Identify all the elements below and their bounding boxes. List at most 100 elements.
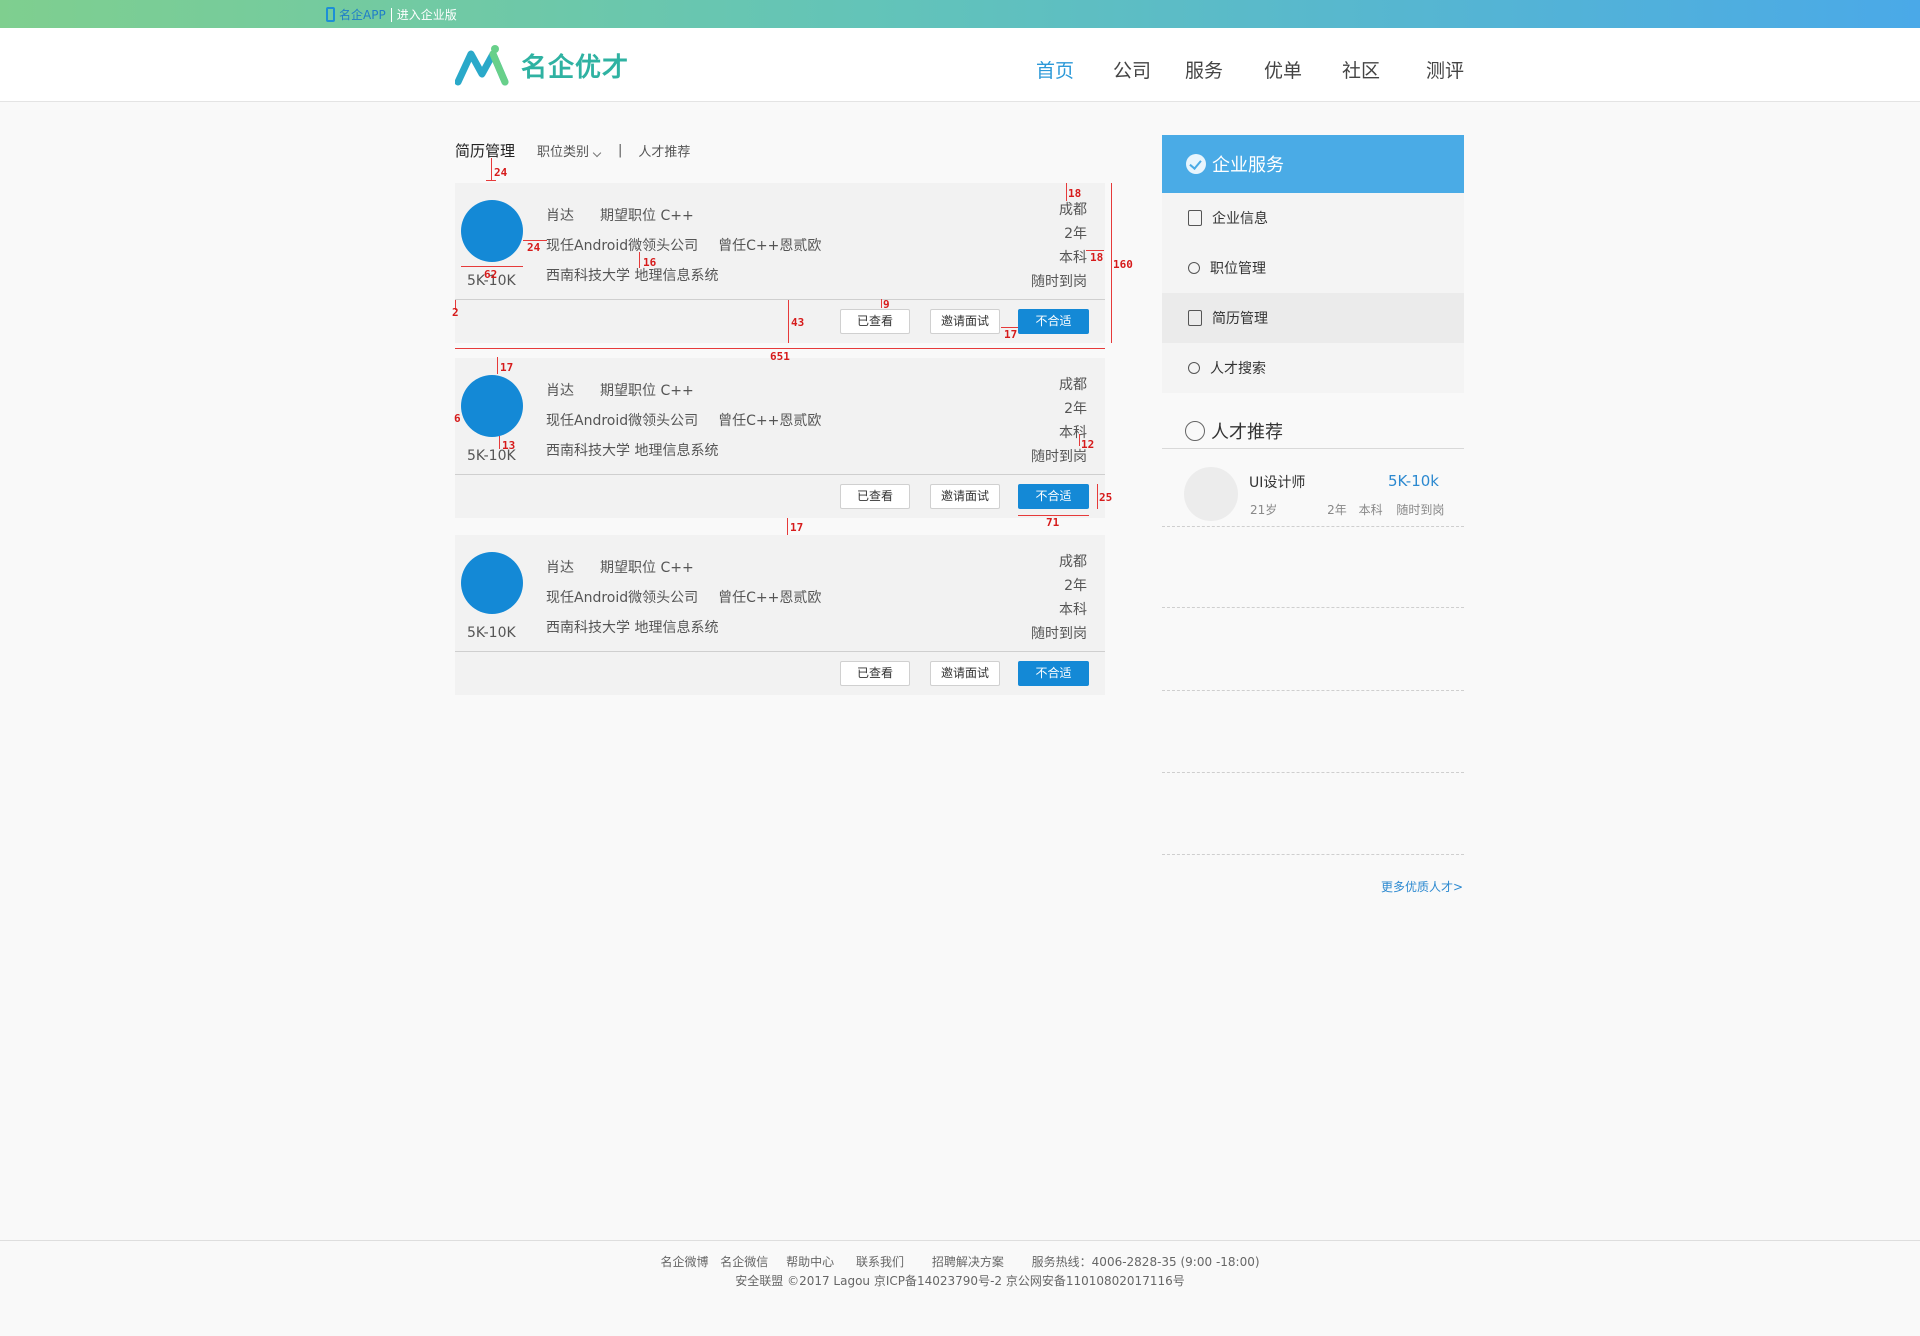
measure-label: 43	[791, 316, 805, 329]
nav-orders[interactable]: 优单	[1264, 56, 1302, 83]
divider	[1162, 526, 1464, 527]
nav-home[interactable]: 首页	[1036, 56, 1074, 83]
candidate-current: 现任Android微领头公司	[546, 590, 699, 606]
viewed-button[interactable]: 已查看	[840, 484, 910, 509]
candidate-years: 2年	[1064, 226, 1087, 242]
candidate-years: 2年	[1064, 401, 1087, 417]
recommend-meta: 21岁 2年 本科 随时到岗	[1250, 501, 1444, 518]
candidate-line-2: 现任Android微领头公司 曾任C++恩贰欧	[546, 410, 821, 430]
candidate-school: 西南科技大学 地理信息系统	[546, 443, 719, 459]
reject-button[interactable]: 不合适	[1018, 309, 1089, 334]
divider	[1162, 607, 1464, 608]
panel-menu: 企业信息 职位管理 简历管理 人才搜索	[1162, 193, 1464, 393]
footer-links: 名企微博 名企微信 帮助中心 联系我们 招聘解决方案 服务热线：4006-282…	[0, 1253, 1920, 1270]
invite-interview-button[interactable]: 邀请面试	[930, 484, 1000, 509]
enterprise-link[interactable]: 进入企业版	[397, 6, 457, 23]
footer-link-help[interactable]: 帮助中心	[786, 1255, 834, 1269]
document-icon	[1188, 310, 1202, 326]
candidate-expected: 期望职位 C++	[600, 208, 694, 224]
candidate-city: 成都	[1059, 202, 1087, 218]
candidate-availability: 随时到岗	[1031, 274, 1087, 290]
search-icon	[1188, 362, 1200, 374]
sidebar-item-job-management[interactable]: 职位管理	[1162, 243, 1464, 293]
chevron-down-icon	[592, 148, 602, 158]
footer-link-wechat[interactable]: 名企微信	[720, 1255, 768, 1269]
divider	[1162, 854, 1464, 855]
reject-button[interactable]: 不合适	[1018, 484, 1089, 509]
divider	[1162, 690, 1464, 691]
recommend-availability: 随时到岗	[1396, 503, 1445, 517]
candidate-school: 西南科技大学 地理信息系统	[546, 268, 719, 284]
more-talent-link[interactable]: 更多优质人才>	[1381, 878, 1463, 895]
invite-interview-button[interactable]: 邀请面试	[930, 661, 1000, 686]
candidate-name[interactable]: 肖达	[546, 560, 574, 576]
candidate-availability: 随时到岗	[1031, 626, 1087, 642]
measure-label: 12	[1081, 438, 1095, 451]
sidebar-item-talent-search[interactable]: 人才搜索	[1162, 343, 1464, 393]
nav-assessment[interactable]: 测评	[1426, 56, 1464, 83]
candidate-expected: 期望职位 C++	[600, 383, 694, 399]
nav-company[interactable]: 公司	[1113, 56, 1151, 83]
candidate-line-1: 肖达 期望职位 C++	[546, 557, 694, 577]
candidate-line-1: 肖达 期望职位 C++	[546, 380, 694, 400]
card-divider	[455, 474, 1105, 475]
nav-community[interactable]: 社区	[1342, 56, 1380, 83]
candidate-card[interactable]: 5K-10K 肖达 期望职位 C++ 现任Android微领头公司 曾任C++恩贰欧 西南…	[455, 183, 1105, 343]
candidate-card[interactable]: 5K-10K 肖达 期望职位 C++ 现任Android微领头公司 曾任C++恩贰欧 西南…	[455, 535, 1105, 695]
tab-talent-recommend[interactable]: 人才推荐	[638, 141, 690, 160]
viewed-button[interactable]: 已查看	[840, 309, 910, 334]
app-link[interactable]: 名企APP	[339, 6, 386, 23]
nav-service[interactable]: 服务	[1185, 56, 1223, 83]
measure-label: 2	[452, 306, 459, 319]
logo-mark-icon	[455, 45, 509, 86]
candidate-city: 成都	[1059, 554, 1087, 570]
talent-recommend-heading: 人才推荐	[1185, 418, 1283, 444]
sidebar-item-label: 职位管理	[1210, 261, 1266, 277]
avatar[interactable]	[461, 200, 523, 262]
avatar[interactable]	[461, 552, 523, 614]
candidate-name[interactable]: 肖达	[546, 383, 574, 399]
candidate-degree: 本科	[1059, 602, 1087, 618]
candidate-years: 2年	[1064, 578, 1087, 594]
measure-label: 17	[500, 361, 514, 374]
reject-button[interactable]: 不合适	[1018, 661, 1089, 686]
candidate-card[interactable]: 5K-10K 肖达 期望职位 C++ 现任Android微领头公司 曾任C++恩贰欧 西南…	[455, 358, 1105, 518]
tab-resume-management[interactable]: 简历管理	[455, 140, 515, 161]
invite-interview-button[interactable]: 邀请面试	[930, 309, 1000, 334]
candidate-name[interactable]: 肖达	[546, 208, 574, 224]
phone-icon	[326, 7, 335, 22]
avatar[interactable]	[1184, 467, 1238, 521]
divider	[1162, 772, 1464, 773]
footer-link-solutions[interactable]: 招聘解决方案	[932, 1255, 1004, 1269]
candidate-expected: 期望职位 C++	[600, 560, 694, 576]
candidate-availability: 随时到岗	[1031, 449, 1087, 465]
user-icon	[1188, 262, 1200, 274]
logo[interactable]: 名企优才	[455, 44, 629, 86]
measure-label: 18	[1090, 251, 1104, 264]
candidate-previous: 曾任C++恩贰欧	[718, 238, 822, 254]
recommend-age: 21岁	[1250, 503, 1278, 517]
panel-title: 企业服务	[1212, 155, 1284, 176]
measure-label: 160	[1113, 258, 1133, 271]
sidebar-item-resume-management[interactable]: 简历管理	[1162, 293, 1464, 343]
measure-label: 651	[770, 350, 790, 363]
avatar[interactable]	[461, 375, 523, 437]
sidebar-item-company-info[interactable]: 企业信息	[1162, 193, 1464, 243]
site-footer: 名企微博 名企微信 帮助中心 联系我们 招聘解决方案 服务热线：4006-282…	[0, 1240, 1920, 1336]
recommend-role[interactable]: UI设计师	[1249, 472, 1305, 492]
footer-link-contact[interactable]: 联系我们	[856, 1255, 904, 1269]
recommend-years: 2年	[1327, 503, 1347, 517]
site-header: 名企优才 首页 公司 服务 优单 社区 测评	[0, 28, 1920, 102]
top-banner: 名企APP 进入企业版	[0, 0, 1920, 28]
candidate-current: 现任Android微领头公司	[546, 413, 699, 429]
viewed-button[interactable]: 已查看	[840, 661, 910, 686]
footer-link-weibo[interactable]: 名企微博	[660, 1255, 708, 1269]
measure-label: 18	[1068, 187, 1082, 200]
card-divider	[455, 299, 1105, 300]
candidate-degree: 本科	[1059, 250, 1087, 266]
tab-job-category[interactable]: 职位类别	[537, 141, 602, 160]
measure-label: 71	[1046, 516, 1060, 529]
divider	[1162, 448, 1464, 449]
measure-label: 13	[502, 439, 516, 452]
measure-label: 17	[790, 521, 804, 534]
